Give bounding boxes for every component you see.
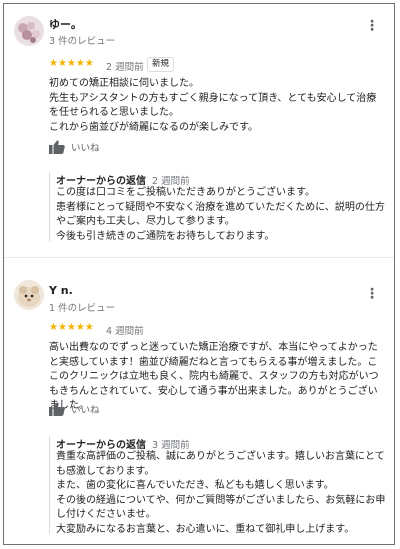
thumbs-up-icon [49,140,65,154]
like-button[interactable]: いいね [49,140,100,154]
owner-reply-bar [49,172,50,242]
star-rating: ★★★★★ [49,58,94,69]
like-button[interactable]: いいね [49,402,100,416]
more-options-icon[interactable]: ⋮ [364,286,380,302]
review-count: 3 件のレビュー [49,36,116,47]
review-text: 初めての矯正相談に伺いました。 先生もアシスタントの方もすごく親身になって頂き、… [49,78,377,133]
review-count: 1 件のレビュー [49,303,116,314]
review-time: 4 週間前 [106,326,144,337]
more-options-icon[interactable]: ⋮ [364,18,380,34]
like-label: いいね [71,405,100,416]
owner-reply-text: この度は口コミをご投稿いただきありがとうございます。 患者様にとって疑問や不安な… [56,187,385,242]
review-author[interactable]: ゆー。 [49,16,82,32]
owner-reply-title: オーナーからの返信 2 週間前 [56,176,190,187]
avatar[interactable] [14,16,44,46]
review-time: 2 週間前 [106,62,144,73]
owner-reply-bar [49,436,50,534]
thumbs-up-icon [49,402,65,416]
star-rating: ★★★★★ [49,322,94,333]
like-label: いいね [71,143,100,154]
owner-reply-text: 貴重な高評価のご投稿、誠にありがとうございます。嬉しいお言葉にとても感激しており… [56,451,386,535]
review-author[interactable]: Y n. [49,284,73,297]
reviews-panel: ゆー。 3 件のレビュー ⋮ ★★★★★ 2 週間前 新規 初めての矯正相談に伺… [3,3,395,545]
avatar[interactable] [14,280,44,310]
review-divider [4,257,394,258]
new-badge: 新規 [147,57,175,72]
owner-reply-title: オーナーからの返信 3 週間前 [56,440,190,451]
